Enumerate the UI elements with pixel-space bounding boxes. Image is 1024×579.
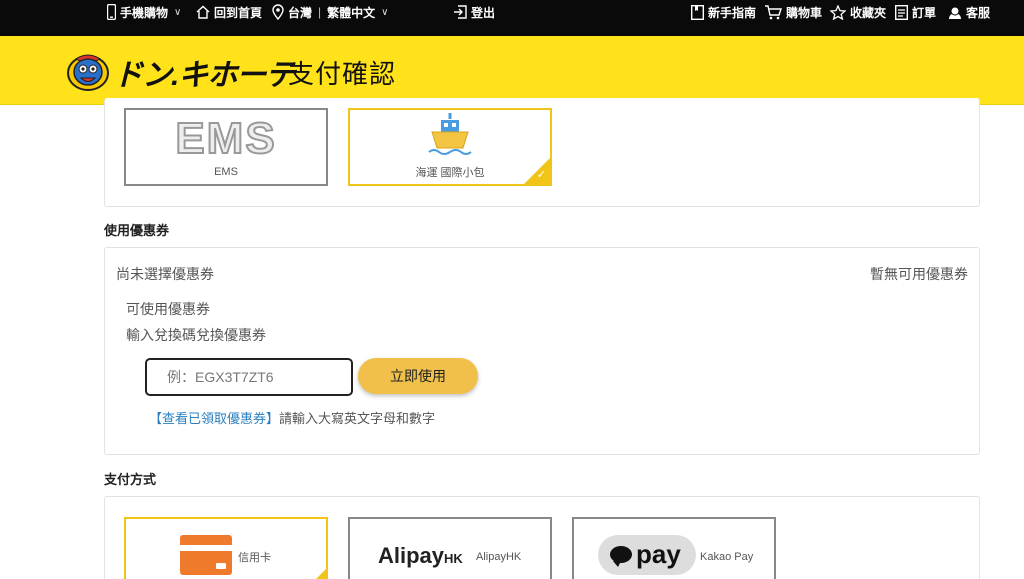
kakao-pay-logo-text: pay xyxy=(636,539,681,569)
mobile-shopping-link[interactable]: 手機購物 ∨ xyxy=(107,0,181,24)
shipping-option-label: EMS xyxy=(214,166,238,178)
region-language-selector[interactable]: 台灣 | 繁體中文 ∨ xyxy=(272,0,388,24)
payment-option-label: AlipayHK xyxy=(476,551,522,563)
shipping-option-sea-mail[interactable]: 海運 國際小包 ✓ xyxy=(348,108,552,186)
coupon-hint-row: 【查看已領取優惠券】請輸入大寫英文字母和數字 xyxy=(149,408,435,427)
alipay-logo-text: Alipay xyxy=(378,543,445,568)
ship-icon xyxy=(428,113,472,155)
separator: | xyxy=(318,5,322,19)
redeem-code-label: 輸入兌換碼兌換優惠券 xyxy=(126,327,266,343)
favorites-label: 收藏夾 xyxy=(850,5,887,20)
selected-corner-badge xyxy=(300,569,326,579)
available-coupons-label: 可使用優惠券 xyxy=(126,301,210,317)
order-list-icon xyxy=(895,4,908,20)
mobile-shopping-label: 手機購物 xyxy=(120,5,169,20)
page-title: 支付確認 xyxy=(288,59,397,89)
guide-book-icon xyxy=(691,4,704,20)
no-coupon-available-text: 暫無可用優惠券 xyxy=(870,266,968,282)
payment-option-label: 信用卡 xyxy=(238,552,271,564)
shipping-method-card: EMS EMS 海運 國際小包 ✓ xyxy=(104,98,980,207)
logout-link[interactable]: 登出 xyxy=(453,0,495,24)
apply-coupon-button[interactable]: 立即使用 xyxy=(358,358,478,394)
home-icon xyxy=(196,5,210,19)
credit-card-icon xyxy=(180,535,232,575)
coupon-hint-text: 請輸入大寫英文字母和數字 xyxy=(279,411,436,426)
payment-section-title: 支付方式 xyxy=(104,472,157,487)
phone-icon xyxy=(107,4,116,20)
site-header: ドン.キホーテ 支付確認 xyxy=(0,36,1024,105)
customer-service-link[interactable]: 客服 xyxy=(948,0,990,24)
star-icon xyxy=(830,4,846,20)
cart-icon xyxy=(765,4,782,19)
alipay-logo-suffix: HK xyxy=(444,551,463,566)
coupon-code-input[interactable] xyxy=(145,358,353,396)
coupon-section-title: 使用優惠券 xyxy=(104,223,170,238)
payment-method-card: 信用卡 AlipayHK AlipayHK pay Kakao Pay xyxy=(104,496,980,579)
coupon-card: 尚未選擇優惠券 暫無可用優惠券 可使用優惠券 輸入兌換碼兌換優惠券 立即使用 【… xyxy=(104,247,980,455)
payment-option-label: Kakao Pay xyxy=(700,551,754,563)
region-label: 台灣 xyxy=(288,5,313,20)
top-nav-bar: 手機購物 ∨ 回到首頁 台灣 | 繁體中文 ∨ 登出 新手指南 購物車 收藏夾 … xyxy=(0,0,1024,36)
location-pin-icon xyxy=(272,4,284,20)
logout-label: 登出 xyxy=(471,5,496,20)
cart-label: 購物車 xyxy=(786,5,823,20)
home-link[interactable]: 回到首頁 xyxy=(196,0,262,24)
speech-bubble-icon xyxy=(610,546,632,567)
payment-option-credit-card[interactable]: 信用卡 xyxy=(124,517,328,579)
ems-logo: EMS xyxy=(174,113,277,164)
logout-icon xyxy=(454,5,467,19)
orders-label: 訂單 xyxy=(912,5,937,20)
orders-link[interactable]: 訂單 xyxy=(895,0,936,24)
cart-link[interactable]: 購物車 xyxy=(764,0,822,24)
favorites-link[interactable]: 收藏夾 xyxy=(830,0,886,24)
service-label: 客服 xyxy=(966,5,991,20)
shipping-option-ems[interactable]: EMS EMS xyxy=(124,108,328,186)
beginner-guide-link[interactable]: 新手指南 xyxy=(691,0,756,24)
shipping-option-label: 海運 國際小包 xyxy=(415,167,485,179)
language-label: 繁體中文 xyxy=(327,5,376,20)
home-label: 回到首頁 xyxy=(214,5,263,20)
brand-logo-text[interactable]: ドン.キホーテ xyxy=(113,50,295,94)
checkmark-icon: ✓ xyxy=(536,169,546,181)
customer-service-icon xyxy=(949,6,961,19)
kakao-pay-logo: pay xyxy=(598,535,696,575)
guide-label: 新手指南 xyxy=(708,5,757,20)
mascot-logo-icon[interactable] xyxy=(66,52,110,92)
alipay-logo: AlipayHK xyxy=(378,543,463,569)
chevron-down-icon: ∨ xyxy=(381,6,389,18)
coupon-selection-status: 尚未選擇優惠券 xyxy=(116,266,214,282)
view-claimed-coupons-link[interactable]: 【查看已領取優惠券】 xyxy=(149,411,279,426)
chevron-down-icon: ∨ xyxy=(174,6,182,18)
payment-option-alipayhk[interactable]: AlipayHK AlipayHK xyxy=(348,517,552,579)
payment-option-kakao-pay[interactable]: pay Kakao Pay xyxy=(572,517,776,579)
